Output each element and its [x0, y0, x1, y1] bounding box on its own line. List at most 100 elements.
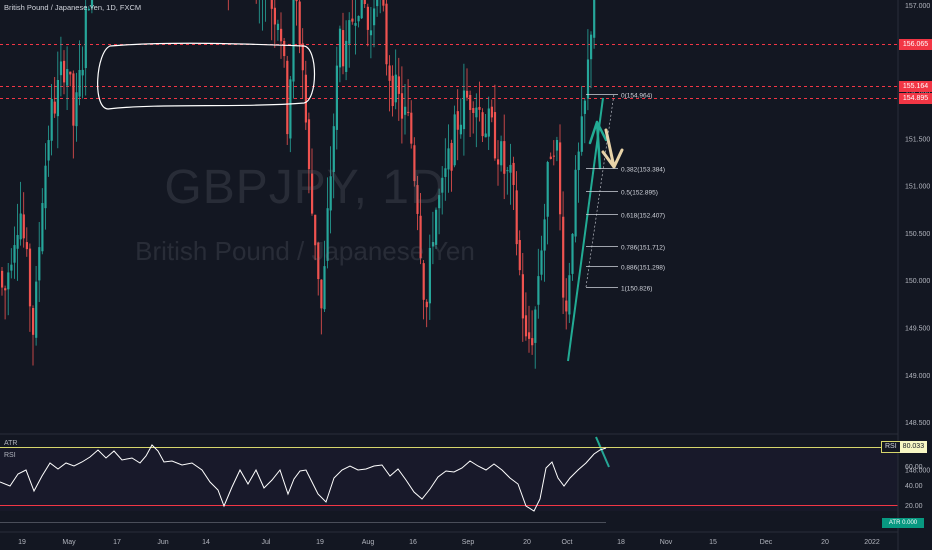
candle-down [53, 101, 56, 114]
candle-down [4, 288, 7, 291]
price-badge-2: 155.164 [899, 81, 932, 92]
time-tick-label: Jun [157, 539, 168, 546]
candle-down [478, 106, 481, 110]
candle-up [580, 116, 583, 152]
candle-down [320, 279, 323, 309]
candle-down [397, 76, 400, 94]
candle-down [456, 111, 459, 130]
resistance-zone-ellipse [97, 42, 315, 110]
candle-up [84, 6, 87, 69]
rsi-badge-key: RSI [881, 441, 900, 453]
candle-down [407, 111, 410, 113]
candle-up [360, 0, 363, 19]
candle-down [472, 108, 475, 113]
candle-up [593, 0, 596, 38]
candle-down [363, 0, 366, 5]
candle-up [348, 20, 351, 44]
candle-down [391, 75, 394, 107]
time-tick-label: Sep [462, 539, 475, 546]
time-tick-label: Oct [562, 539, 573, 546]
candle-up [47, 140, 50, 161]
candle-down [72, 73, 75, 126]
time-tick-label: 19 [18, 539, 26, 546]
price-badge-1: 156.065 [899, 39, 932, 50]
fib-level-label: 0(154.964) [621, 93, 652, 100]
candle-down [425, 301, 428, 308]
candle-down [351, 18, 354, 22]
time-tick-label: Jul [262, 539, 271, 546]
candle-down [22, 214, 25, 239]
candle-up [484, 133, 487, 138]
price-tick-label: 150.500 [905, 231, 930, 238]
time-tick-label: Dec [760, 539, 773, 546]
candle-down [552, 155, 555, 157]
candle-up [35, 281, 38, 338]
candle-down [32, 308, 35, 335]
price-tick-label: 150.000 [905, 278, 930, 285]
rsi-badge-value: 80.033 [899, 441, 928, 453]
candle-down [283, 40, 286, 57]
rsi-pane: 80.0060.0040.0020.00 [0, 444, 923, 523]
fib-level-label: 0.5(152.895) [621, 190, 658, 197]
rsi-value-badge: RSI 80.033 [881, 441, 928, 453]
candle-down [270, 0, 273, 9]
time-tick-label: Nov [660, 539, 673, 546]
candle-up [487, 108, 490, 137]
candle-up [59, 61, 63, 76]
price-tick-label: 149.000 [905, 373, 930, 380]
candle-down [69, 71, 72, 75]
candle-up [354, 23, 357, 26]
rsi-tick-label: 40.00 [905, 483, 923, 490]
price-tick-label: 157.000 [905, 3, 930, 10]
candle-down [422, 263, 425, 300]
candle-down [366, 6, 369, 30]
time-tick-label: 18 [617, 539, 625, 546]
candle-down [273, 7, 276, 25]
candle-down [385, 3, 388, 65]
candle-up [50, 98, 53, 141]
candle-down [549, 156, 552, 159]
candle-up [475, 107, 478, 118]
candle-up [323, 266, 326, 310]
candle-up [590, 34, 593, 60]
candle-up [534, 309, 537, 343]
candle-up [459, 124, 462, 135]
candle-up [376, 0, 379, 7]
atr-label[interactable]: ATR [4, 440, 17, 447]
candle-up [568, 275, 571, 315]
watermark-symbol: GBPJPY, 1D [164, 161, 446, 214]
candle-down [410, 112, 413, 144]
chart-root[interactable]: 0(154.964) 0.382(153.384) 0.5(152.895) 0.61… [0, 0, 932, 550]
candle-down [298, 1, 301, 45]
chart-canvas[interactable]: 0(154.964) 0.382(153.384) 0.5(152.895) 0.61… [0, 0, 932, 550]
symbol-info[interactable]: British Pound / Japanese Yen, 1D, FXCM [4, 3, 141, 12]
time-tick-label: 2022 [864, 539, 880, 546]
time-tick-label: 20 [821, 539, 829, 546]
candle-down [565, 300, 568, 312]
candle-up [537, 276, 540, 305]
fib-level-label: 0.382(153.384) [621, 167, 665, 174]
rsi-label[interactable]: RSI [4, 452, 16, 459]
candle-down [304, 74, 307, 123]
candle-up [78, 70, 81, 97]
candle-up [75, 92, 78, 127]
fib-level-label: 0.786(151.712) [621, 245, 665, 252]
candle-down [490, 106, 493, 118]
candle-up [357, 15, 360, 22]
candle-up [56, 80, 59, 117]
candle-down [521, 274, 524, 319]
rsi-band [0, 447, 898, 511]
time-tick-label: 20 [523, 539, 531, 546]
time-tick-label: 19 [316, 539, 324, 546]
candle-down [280, 28, 283, 42]
candle-down [469, 95, 472, 110]
candle-down [382, 0, 385, 6]
candle-up [394, 74, 397, 103]
candle-down [481, 112, 484, 137]
candle-up [66, 69, 69, 86]
candle-up [462, 90, 466, 130]
candle-up [335, 65, 338, 130]
candle-down [528, 332, 531, 339]
price-tick-label: 153.000 [905, 0, 930, 1]
candle-up [583, 100, 586, 114]
